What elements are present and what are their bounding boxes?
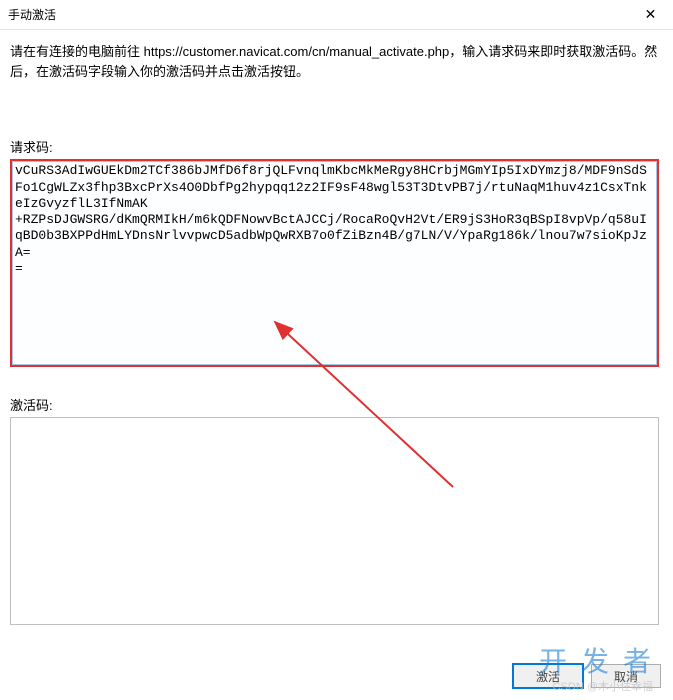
activation-code-group [10,417,663,628]
window-title: 手动激活 [8,6,56,23]
instructions-text: 请在有连接的电脑前往 https://customer.navicat.com/… [10,42,663,82]
activate-button-label: 激活 [536,668,560,685]
activation-code-textarea[interactable] [10,417,659,625]
activation-code-label: 激活码: [10,395,663,414]
request-code-textarea[interactable] [10,159,659,367]
dialog-button-row: 激活 取消 [513,664,661,688]
dialog-content: 请在有连接的电脑前往 https://customer.navicat.com/… [0,30,673,628]
close-icon: ✕ [645,6,657,23]
activate-button[interactable]: 激活 [513,664,583,688]
request-code-label: 请求码: [10,137,663,156]
request-code-group [10,159,663,370]
cancel-button-label: 取消 [614,668,638,685]
close-button[interactable]: ✕ [628,0,673,30]
cancel-button[interactable]: 取消 [591,664,661,688]
titlebar: 手动激活 ✕ [0,0,673,30]
manual-activation-dialog: 手动激活 ✕ 请在有连接的电脑前往 https://customer.navic… [0,0,673,700]
